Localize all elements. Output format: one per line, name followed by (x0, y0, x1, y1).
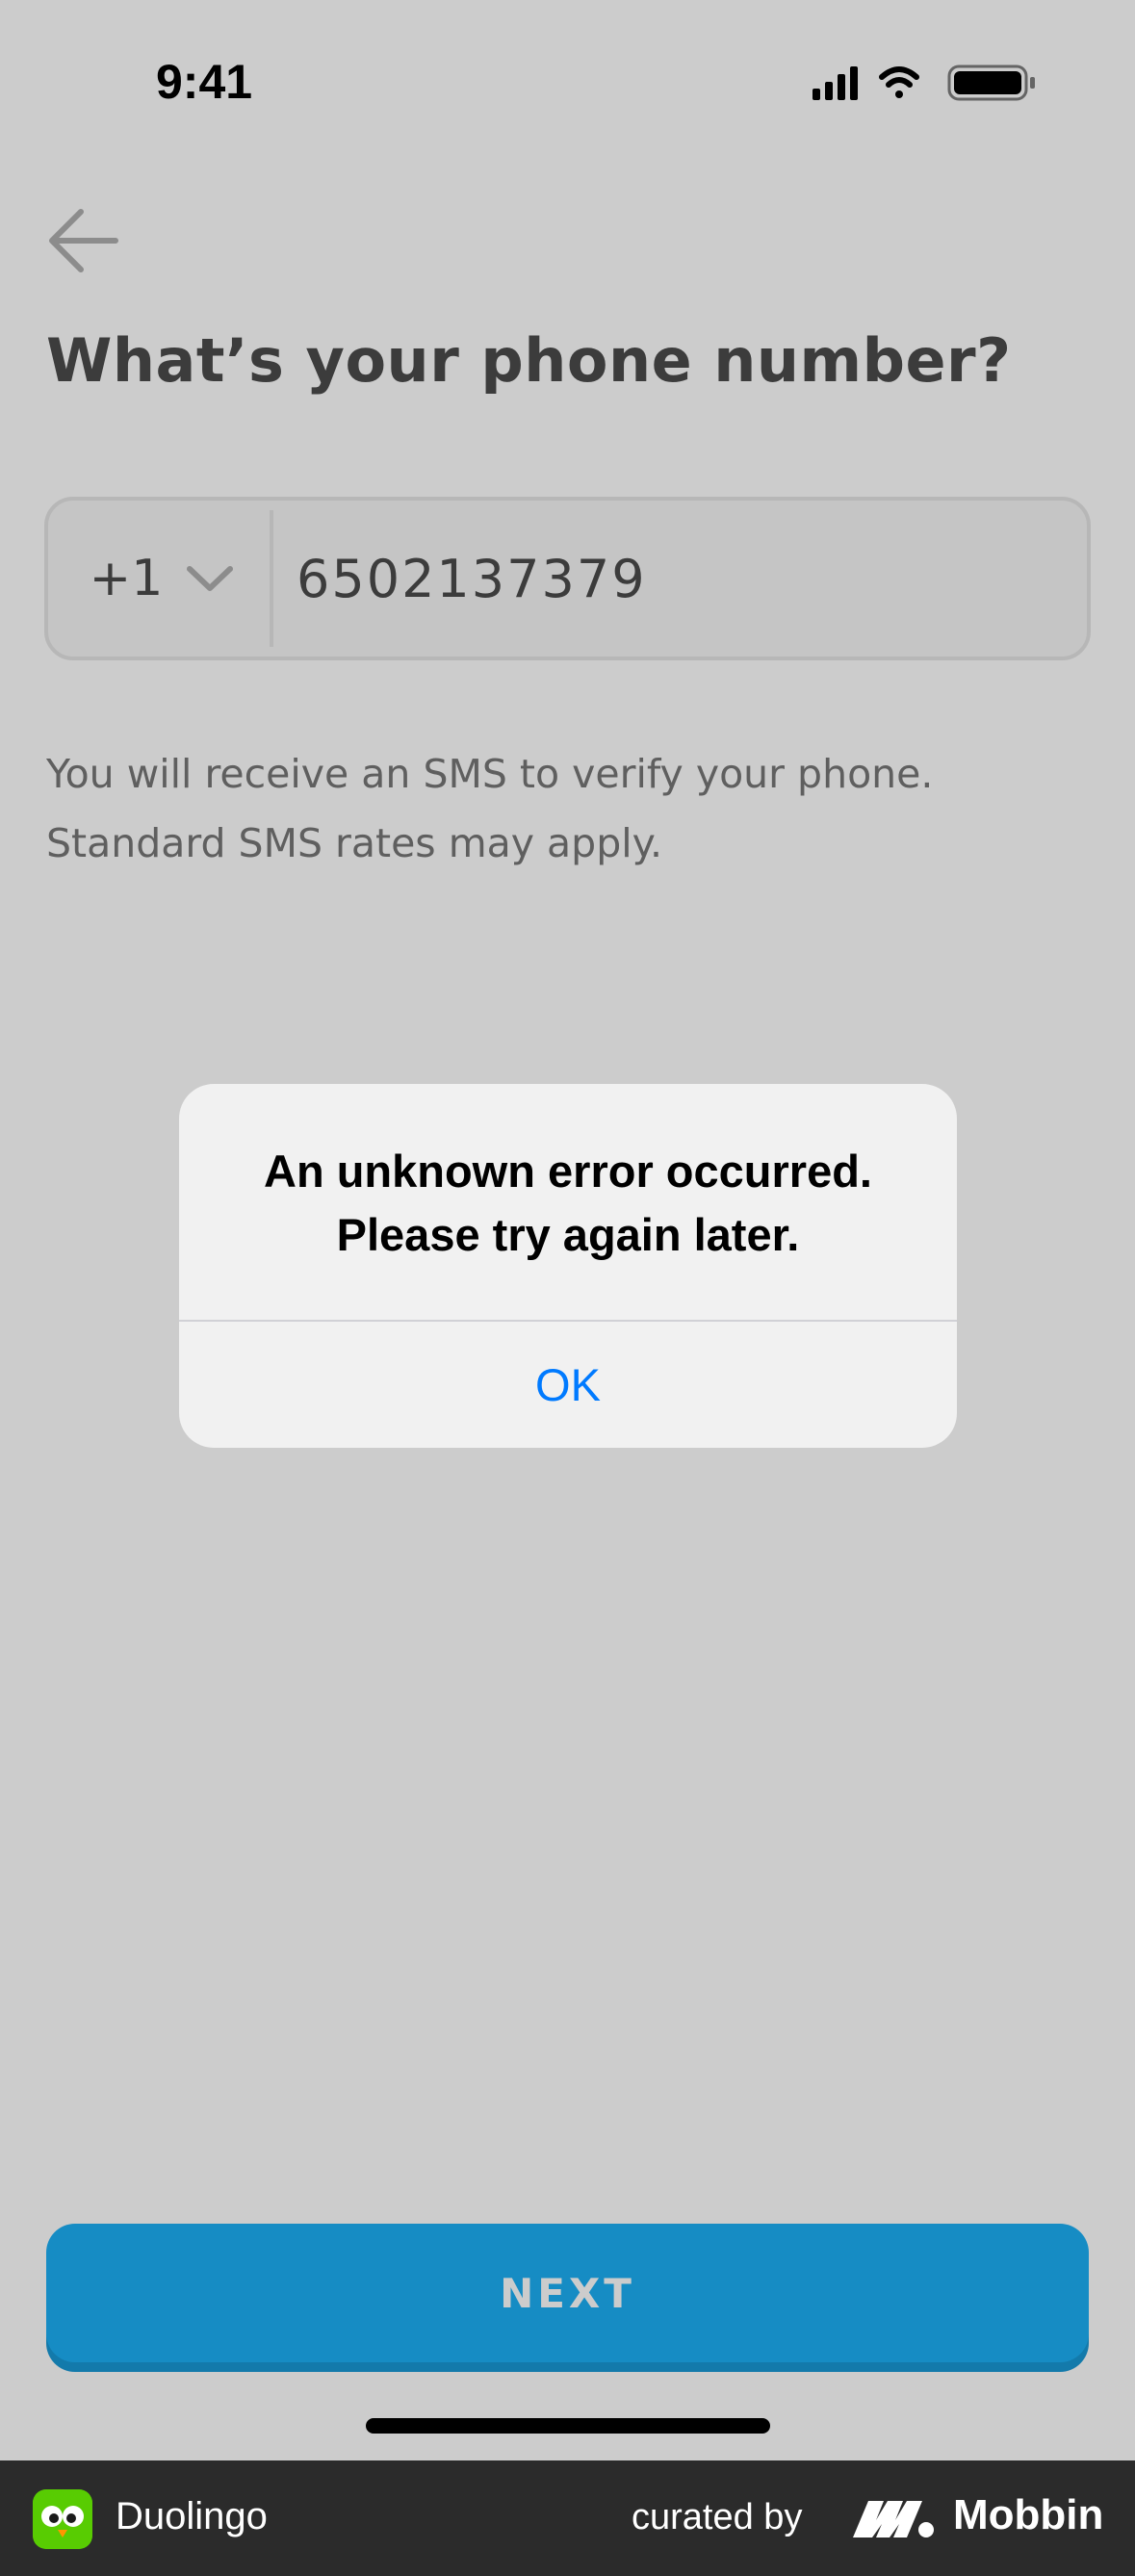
alert-message: An unknown error occurred. Please try ag… (208, 1140, 928, 1267)
error-alert: An unknown error occurred. Please try ag… (179, 1084, 957, 1448)
footer-app-name: Duolingo (116, 2495, 268, 2537)
mobbin-logo-icon (853, 2501, 934, 2537)
alert-line-2: Please try again later. (336, 1209, 800, 1260)
alert-line-1: An unknown error occurred. (264, 1146, 872, 1197)
footer-brand: Mobbin (953, 2491, 1104, 2538)
alert-ok-button[interactable]: OK (179, 1322, 957, 1448)
footer-curated-by: curated by (632, 2497, 803, 2537)
duolingo-owl-icon (33, 2489, 92, 2549)
